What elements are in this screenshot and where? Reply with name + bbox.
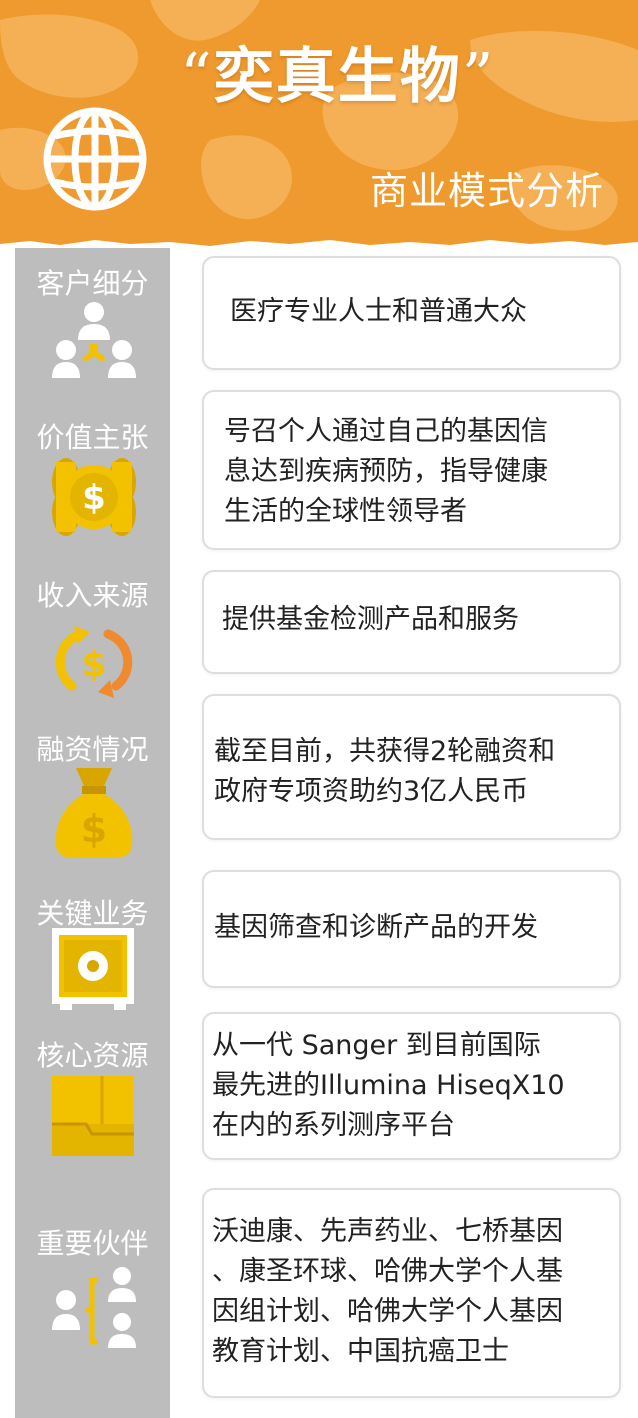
revenue-streams-text: 提供基金检测产品和服务 [222, 604, 519, 635]
card-key-activities: 基因筛查和诊断产品的开发 [202, 870, 621, 988]
label-value-proposition: 价值主张 [36, 421, 149, 454]
safe-icon [52, 928, 134, 1010]
money-cycle-icon: $ [55, 626, 133, 698]
title-close-quote: ” [461, 39, 496, 112]
svg-text:$: $ [81, 807, 107, 851]
label-key-activities: 关键业务 [36, 897, 149, 930]
globe-icon [43, 107, 147, 211]
page-title: “奕真生物” [180, 28, 580, 115]
card-key-partners: 沃迪康、先声药业、七桥基因 、康圣环球、哈佛大学个人基 因组计划、哈佛大学个人基… [202, 1188, 621, 1398]
label-revenue-streams: 收入来源 [36, 579, 149, 612]
coins-icon: $ [52, 458, 136, 536]
label-financing: 融资情况 [36, 733, 149, 766]
key-activities-text: 基因筛查和诊断产品的开发 [214, 912, 538, 943]
label-key-resources: 核心资源 [36, 1039, 149, 1072]
label-key-partners: 重要伙伴 [36, 1227, 149, 1260]
money-bag-icon: $ [55, 768, 133, 858]
card-financing: 截至目前，共获得2轮融资和 政府专项资助约3亿人民币 [202, 694, 621, 840]
svg-text:$: $ [82, 478, 106, 518]
card-value-proposition: 号召个人通过自己的基因信 息达到疾病预防，指导健康 生活的全球性领导者 [202, 390, 621, 550]
key-partners-text: 沃迪康、先声药业、七桥基因 、康圣环球、哈佛大学个人基 因组计划、哈佛大学个人基… [212, 1216, 563, 1367]
label-customer-segments: 客户细分 [36, 267, 149, 300]
folder-icon [52, 1076, 134, 1156]
header-banner: “奕真生物” 商业模式分析 [0, 0, 638, 248]
people-group-icon [52, 302, 136, 378]
card-key-resources: 从一代 Sanger 到目前国际 最先进的Illumina HiseqX10 在… [202, 1012, 621, 1160]
torn-paper-edge [0, 240, 638, 248]
customer-segments-text: 医疗专业人士和普通大众 [230, 296, 527, 327]
title-open-quote: “ [180, 39, 214, 112]
partners-icon [52, 1267, 136, 1348]
page-subtitle: 商业模式分析 [369, 169, 604, 213]
key-resources-text: 从一代 Sanger 到目前国际 最先进的Illumina HiseqX10 在… [212, 1030, 565, 1141]
card-customer-segments: 医疗专业人士和普通大众 [202, 256, 621, 370]
financing-text: 截至目前，共获得2轮融资和 政府专项资助约3亿人民币 [214, 736, 556, 807]
card-revenue-streams: 提供基金检测产品和服务 [202, 570, 621, 674]
title-text: 奕真生物 [213, 42, 462, 112]
svg-text:$: $ [81, 644, 106, 685]
value-proposition-text: 号召个人通过自己的基因信 息达到疾病预防，指导健康 生活的全球性领导者 [224, 416, 548, 527]
